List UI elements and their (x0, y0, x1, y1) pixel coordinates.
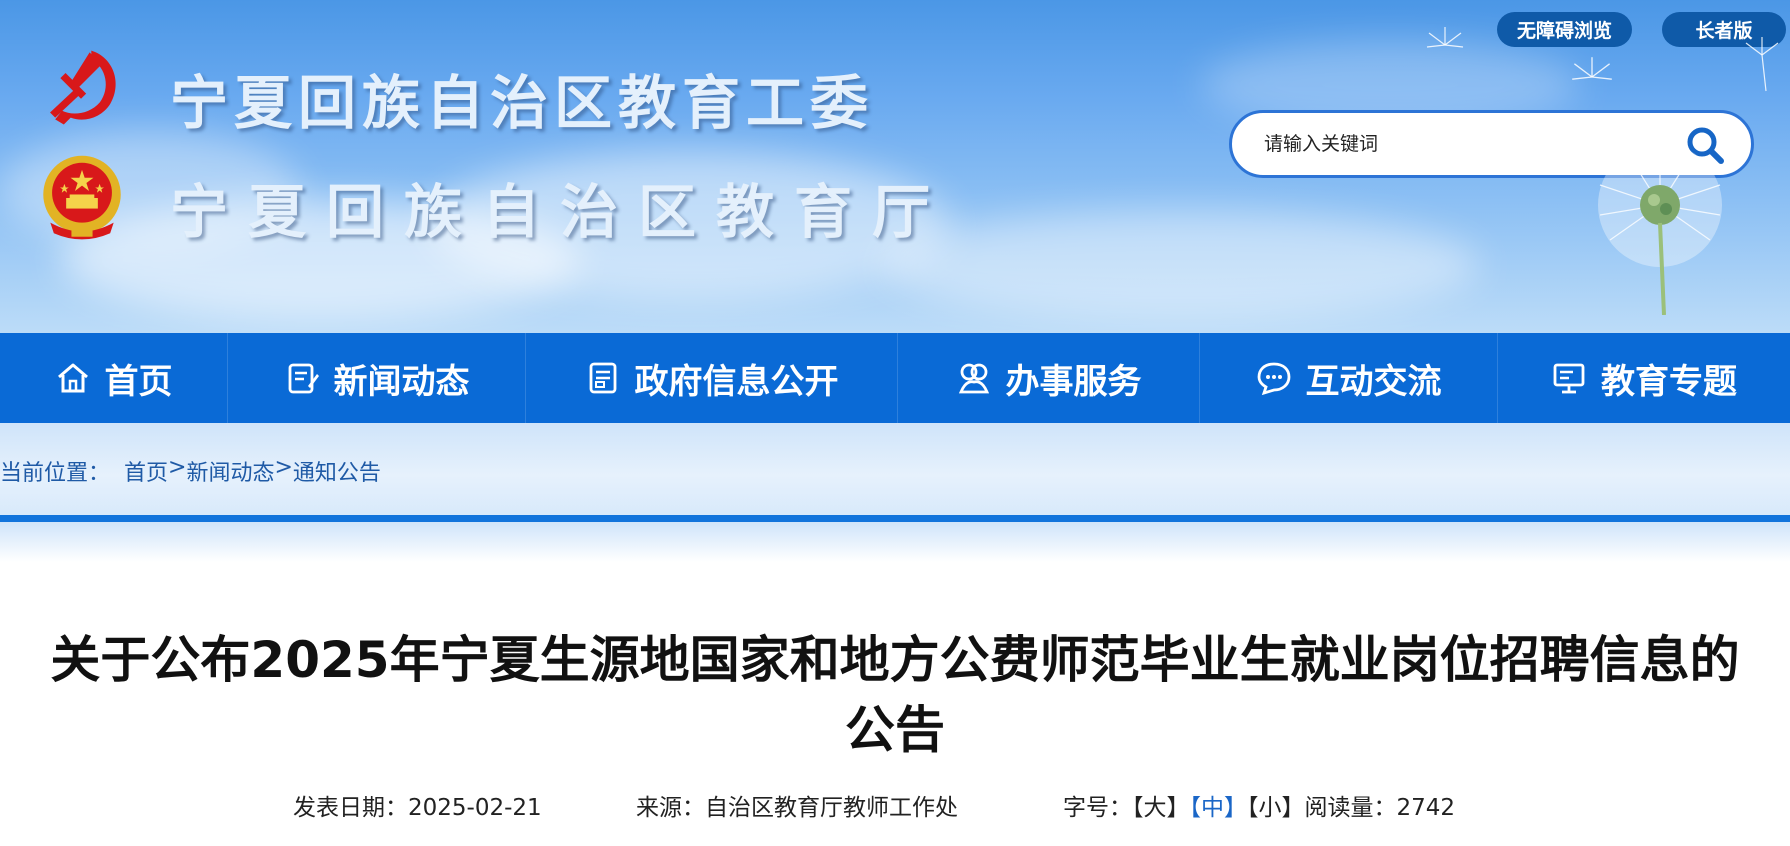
site-header: 宁夏回族自治区教育工委 宁夏回族自治区教育厅 无障碍浏览 长者版 (0, 0, 1790, 333)
views-count: 2742 (1396, 795, 1456, 821)
nav-label: 办事服务 (1005, 361, 1142, 402)
breadcrumb-separator: > (274, 455, 293, 480)
breadcrumb: 当前位置： 首页 > 新闻动态 > 通知公告 (0, 455, 381, 487)
dandelion-decoration-icon (1598, 145, 1722, 315)
nav-item-home[interactable]: 首页 (0, 333, 228, 423)
article-title: 关于公布2025年宁夏生源地国家和地方公费师范毕业生就业岗位招聘信息的公告 (50, 631, 1740, 759)
publish-date-label: 发表日期： (293, 795, 408, 821)
party-emblem-icon (50, 50, 116, 125)
document-icon (589, 362, 616, 394)
seed-decoration-icon (1426, 27, 1464, 48)
chat-icon (1257, 362, 1290, 396)
font-size-controls: 字号：【大】【中】【小】阅读量：2742 (1063, 788, 1455, 822)
nav-item-education-topics[interactable]: 教育专题 (1498, 333, 1790, 423)
font-size-small-button[interactable]: 【小】 (1247, 795, 1305, 821)
font-size-label: 字号： (1063, 795, 1132, 821)
article-source: 来源：自治区教育厅教师工作处 (636, 788, 958, 822)
monitor-icon (1553, 363, 1585, 394)
nav-item-services[interactable]: 办事服务 (898, 333, 1200, 423)
nav-label: 首页 (104, 361, 173, 402)
divider (0, 515, 1790, 522)
nav-item-interaction[interactable]: 互动交流 (1200, 333, 1498, 423)
nav-item-news[interactable]: 新闻动态 (228, 333, 526, 423)
accessibility-button[interactable]: 无障碍浏览 (1497, 12, 1632, 47)
views-label: 阅读量： (1304, 795, 1397, 821)
font-size-medium-button[interactable]: 【中】 (1190, 795, 1248, 821)
main-nav: 首页 新闻动态 政府信息公开 办事服务 互动交流 教育专题 (0, 333, 1790, 423)
source-value: 自治区教育厅教师工作处 (705, 795, 958, 821)
breadcrumb-link-home[interactable]: 首页 (124, 455, 168, 487)
news-icon (288, 363, 319, 394)
home-icon (57, 363, 88, 393)
breadcrumb-link-notices[interactable]: 通知公告 (293, 455, 381, 487)
breadcrumb-link-news[interactable]: 新闻动态 (186, 455, 274, 487)
service-icon (958, 363, 989, 394)
site-title-line1: 宁夏回族自治区教育工委 (170, 69, 875, 137)
nav-item-gov-info[interactable]: 政府信息公开 (526, 333, 898, 423)
site-title-line2: 宁夏回族自治区教育厅 (170, 178, 951, 246)
cloud-decoration (880, 210, 1480, 320)
font-size-large-button[interactable]: 【大】 (1132, 795, 1190, 821)
nav-label: 互动交流 (1305, 361, 1442, 402)
nav-label: 教育专题 (1601, 361, 1737, 402)
nav-label: 新闻动态 (333, 361, 470, 402)
breadcrumb-prefix: 当前位置： (0, 461, 111, 486)
breadcrumb-separator: > (168, 455, 187, 480)
publish-date-value: 2025-02-21 (408, 795, 542, 821)
seed-decoration-icon (1572, 57, 1612, 80)
breadcrumb-strip: 当前位置： 首页 > 新闻动态 > 通知公告 (0, 423, 1790, 518)
nav-label: 政府信息公开 (634, 361, 839, 402)
national-emblem-icon (43, 155, 121, 240)
publish-date: 发表日期：2025-02-21 (293, 788, 542, 822)
divider-shadow (0, 522, 1790, 562)
source-label: 来源： (636, 795, 705, 821)
seed-decoration-icon (1745, 37, 1779, 92)
